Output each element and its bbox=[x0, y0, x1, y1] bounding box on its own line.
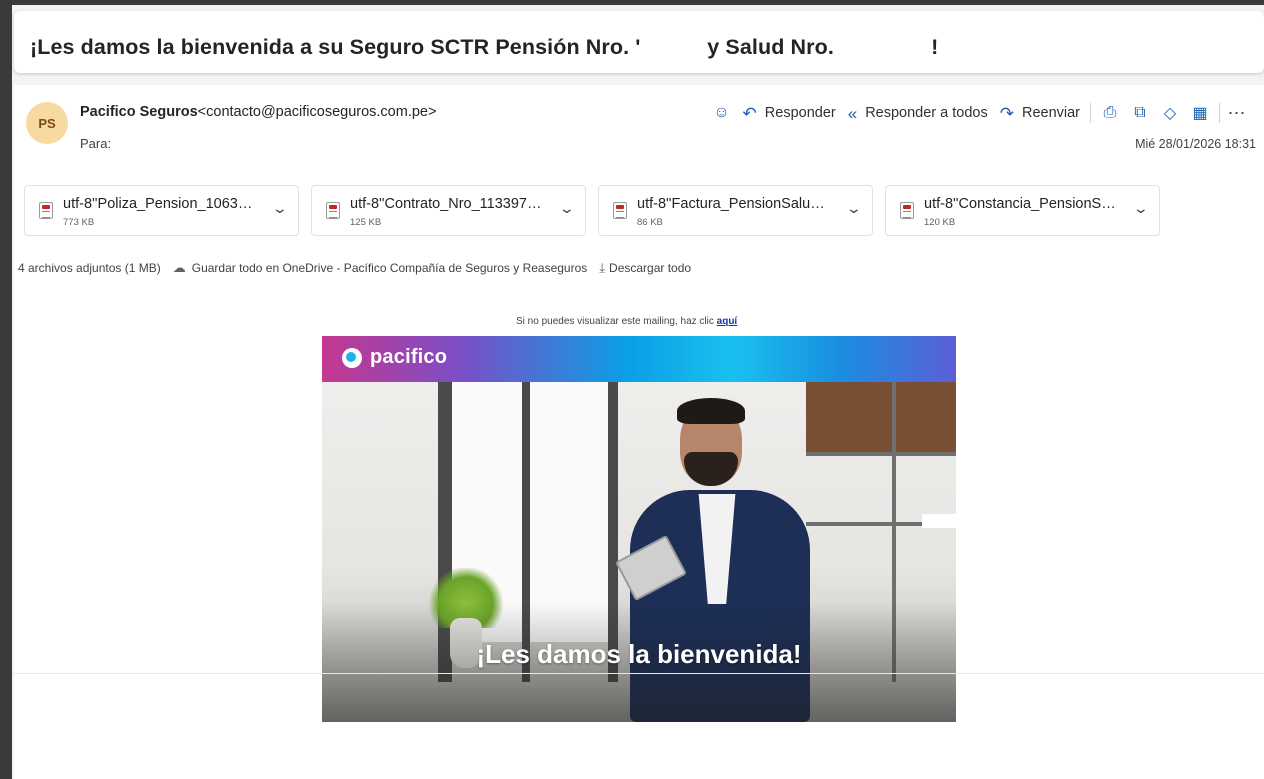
chevron-down-icon[interactable]: ⌄ bbox=[846, 200, 862, 217]
forward-label: Reenviar bbox=[1021, 105, 1080, 121]
tag-icon[interactable]: ◇ bbox=[1155, 102, 1185, 124]
subject-card: ¡Les damos la bienvenida a su Seguro SCT… bbox=[14, 11, 1264, 73]
attachments-list: utf-8''Poliza_Pension_106332.... 773 KB … bbox=[24, 185, 1160, 236]
email-date: Mié 28/01/2026 18:31 bbox=[1135, 137, 1256, 151]
attachment-item[interactable]: utf-8''Contrato_Nro_1133979... 125 KB ⌄ bbox=[311, 185, 586, 236]
photo-white-patch bbox=[922, 514, 956, 528]
logo-text: pacifico bbox=[370, 346, 448, 368]
attachment-name: utf-8''Contrato_Nro_1133979... bbox=[350, 196, 545, 212]
window-frame-left bbox=[0, 0, 12, 779]
immersive-reader-icon[interactable]: ⧉ bbox=[1125, 102, 1155, 124]
chevron-down-icon[interactable]: ⌄ bbox=[272, 200, 288, 217]
attachment-size: 125 KB bbox=[350, 217, 382, 228]
toolbar-divider bbox=[1090, 103, 1091, 123]
photo-person-hair bbox=[677, 398, 745, 424]
reply-label: Responder bbox=[764, 105, 836, 121]
download-icon: ⤓ bbox=[599, 260, 606, 275]
brand-bar: pacifico bbox=[322, 336, 956, 382]
attachment-name: utf-8''Factura_PensionSalud.p... bbox=[637, 196, 832, 212]
message-actions-toolbar: ☺ ↶ Responder « Responder a todos ↷ Reen… bbox=[707, 102, 1250, 124]
mailing-note: Si no puedes visualizar este mailing, ha… bbox=[516, 316, 737, 327]
attachments-count: 4 archivos adjuntos (1 MB) bbox=[18, 261, 161, 275]
forward-icon: ↷ bbox=[999, 103, 1014, 123]
chevron-down-icon[interactable]: ⌄ bbox=[559, 200, 575, 217]
attachment-item[interactable]: utf-8''Factura_PensionSalud.p... 86 KB ⌄ bbox=[598, 185, 873, 236]
reading-pane: PS Pacifico Seguros<contacto@pacificoseg… bbox=[14, 85, 1264, 779]
to-label: Para: bbox=[80, 136, 112, 151]
emoji-icon[interactable]: ☺ bbox=[707, 102, 737, 124]
cloud-icon: ☁ bbox=[172, 260, 186, 275]
mail-reading-shell: ¡Les damos la bienvenida a su Seguro SCT… bbox=[12, 5, 1264, 779]
welcome-heading: ¡Les damos la bienvenida! bbox=[476, 639, 802, 669]
avatar[interactable]: PS bbox=[26, 102, 68, 144]
chevron-down-icon[interactable]: ⌄ bbox=[1133, 200, 1149, 217]
toolbar-divider bbox=[1219, 103, 1220, 123]
attachments-summary: 4 archivos adjuntos (1 MB) ☁ Guardar tod… bbox=[18, 260, 691, 276]
pdf-file-icon bbox=[900, 202, 914, 219]
reply-all-button[interactable]: « Responder a todos bbox=[842, 102, 994, 124]
forward-button[interactable]: ↷ Reenviar bbox=[994, 102, 1086, 124]
mailing-note-text: Si no puedes visualizar este mailing, ha… bbox=[516, 316, 717, 327]
reply-button[interactable]: ↶ Responder bbox=[737, 102, 842, 124]
attachment-name: utf-8''Constancia_PensionSal... bbox=[924, 196, 1119, 212]
save-to-onedrive-link[interactable]: Guardar todo en OneDrive - Pacífico Comp… bbox=[192, 261, 588, 275]
photo-shelf-frame bbox=[806, 452, 956, 456]
download-all-link[interactable]: Descargar todo bbox=[609, 261, 691, 275]
photo-person-beard bbox=[684, 452, 738, 486]
sender-name[interactable]: Pacifico Seguros bbox=[80, 104, 198, 120]
mailing-link[interactable]: aquí bbox=[717, 316, 738, 327]
pdf-file-icon bbox=[39, 202, 53, 219]
attachment-item[interactable]: utf-8''Constancia_PensionSal... 120 KB ⌄ bbox=[885, 185, 1160, 236]
divider-line bbox=[14, 673, 1264, 674]
pdf-file-icon bbox=[613, 202, 627, 219]
hero-photo: ¡Les damos la bienvenida! bbox=[322, 382, 956, 722]
attachment-item[interactable]: utf-8''Poliza_Pension_106332.... 773 KB … bbox=[24, 185, 299, 236]
email-subject: ¡Les damos la bienvenida a su Seguro SCT… bbox=[30, 35, 939, 59]
sender-address[interactable]: <contacto@pacificoseguros.com.pe> bbox=[198, 104, 437, 120]
reply-all-label: Responder a todos bbox=[865, 105, 988, 121]
attachment-name: utf-8''Poliza_Pension_106332.... bbox=[63, 196, 258, 212]
attachment-size: 773 KB bbox=[63, 217, 95, 228]
pacifico-logo: pacifico bbox=[342, 346, 447, 369]
pdf-file-icon bbox=[326, 202, 340, 219]
welcome-banner: pacifico ¡Les damos la bienvenida! bbox=[322, 336, 956, 722]
more-icon[interactable]: ⋯ bbox=[1224, 103, 1250, 124]
attachment-size: 86 KB bbox=[637, 217, 663, 228]
reply-all-icon: « bbox=[847, 103, 858, 123]
sender[interactable]: Pacifico Seguros<contacto@pacificoseguro… bbox=[80, 104, 436, 120]
print-icon[interactable]: ⎙ bbox=[1095, 102, 1125, 124]
reply-icon: ↶ bbox=[742, 103, 757, 123]
logo-mark-icon bbox=[342, 347, 362, 368]
apps-icon[interactable]: ▦ bbox=[1185, 102, 1215, 124]
attachment-size: 120 KB bbox=[924, 217, 956, 228]
photo-shelf bbox=[806, 382, 956, 452]
